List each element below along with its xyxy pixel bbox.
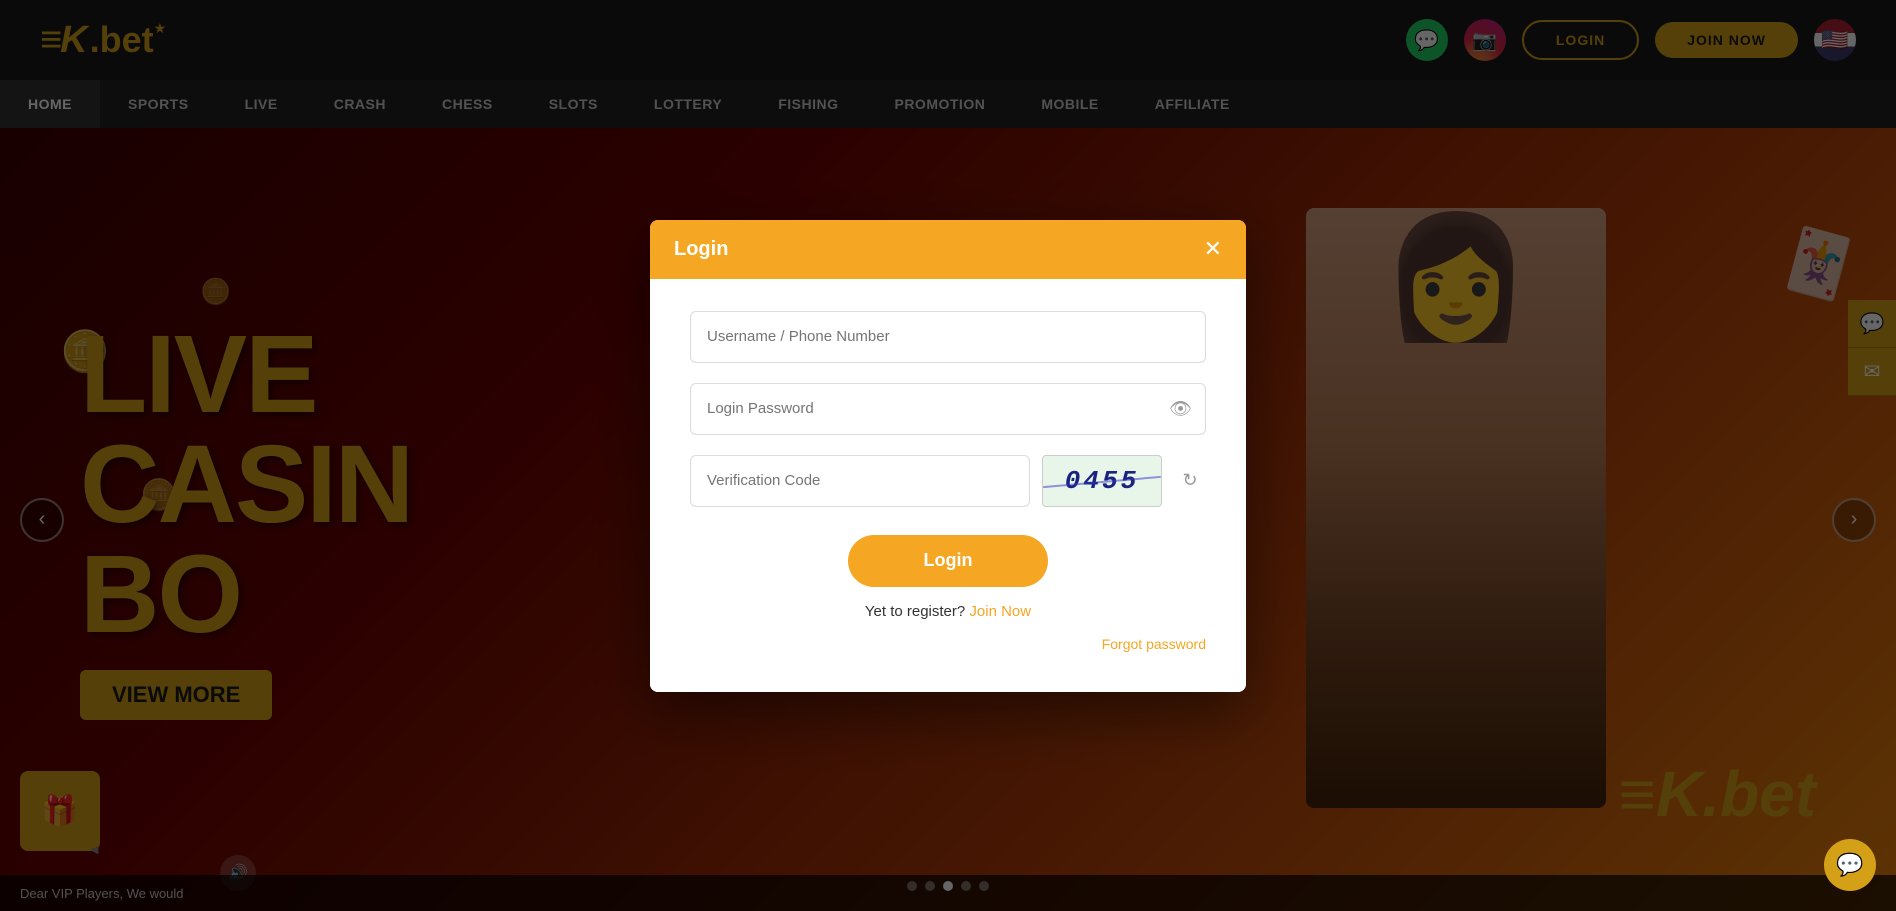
register-prompt: Yet to register? [865,603,965,620]
live-chat-button[interactable]: 💬 [1824,839,1876,891]
captcha-input[interactable] [690,455,1030,507]
captcha-image: 0455 [1042,455,1162,507]
register-text: Yet to register? Join Now [690,603,1206,620]
username-input[interactable] [690,311,1206,363]
password-input[interactable] [690,383,1206,435]
username-group [690,311,1206,363]
login-submit-button[interactable]: Login [848,535,1048,587]
password-toggle-icon[interactable]: 👁 [1169,398,1192,419]
modal-overlay[interactable]: Login ✕ 👁 0455 ↻ [0,0,1896,911]
modal-body: 👁 0455 ↻ Login Yet to register? Join No [650,279,1246,692]
login-modal: Login ✕ 👁 0455 ↻ [650,220,1246,692]
forgot-password-link[interactable]: Forgot password [690,636,1206,652]
join-now-link[interactable]: Join Now [969,603,1031,620]
password-group: 👁 [690,383,1206,435]
captcha-group: 0455 ↻ [690,455,1206,507]
modal-close-button[interactable]: ✕ [1204,238,1222,260]
captcha-refresh-icon[interactable]: ↻ [1174,465,1206,497]
modal-title: Login [674,238,728,261]
modal-header: Login ✕ [650,220,1246,279]
